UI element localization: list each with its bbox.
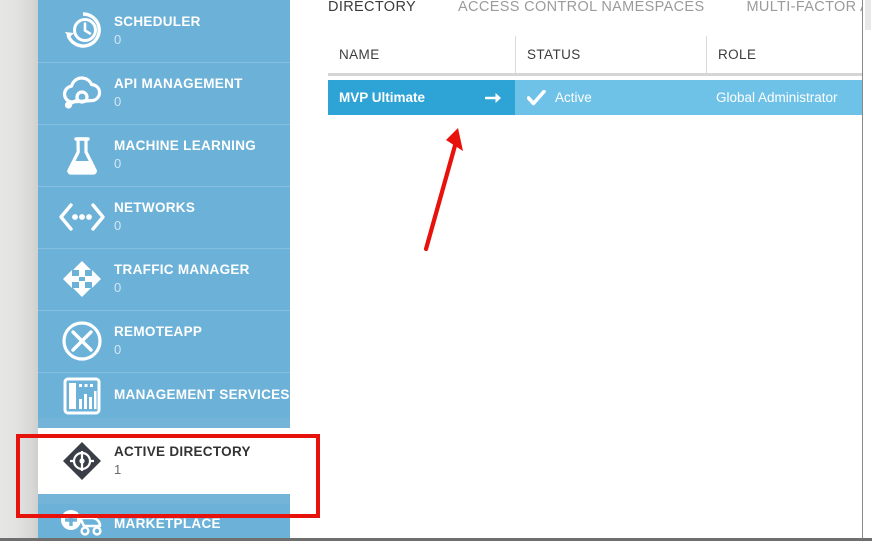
active-directory-diamond-icon — [54, 437, 110, 485]
main-content: DIRECTORY ACCESS CONTROL NAMESPACES MULT… — [290, 0, 862, 541]
machine-learning-flask-icon — [54, 131, 110, 179]
tab-bar[interactable]: DIRECTORY ACCESS CONTROL NAMESPACES MULT… — [328, 0, 862, 16]
remoteapp-icon — [54, 317, 110, 365]
sidebar-item-scheduler[interactable]: SCHEDULER 0 — [38, 0, 290, 62]
scheduler-clock-icon — [54, 7, 110, 55]
directory-table: NAME STATUS ROLE MVP Ultimate Active Glo… — [328, 36, 862, 115]
sidebar-item-count: 0 — [114, 94, 122, 109]
sidebar-item-count: 1 — [114, 462, 122, 477]
service-sidebar[interactable]: SCHEDULER 0 API MANAGEMENT 0 MACHINE LEA… — [38, 0, 290, 541]
sidebar-item-marketplace[interactable]: MARKETPLACE — [38, 504, 290, 541]
scrollbar-thumb[interactable] — [865, 0, 871, 30]
sidebar-item-traffic-manager[interactable]: TRAFFIC MANAGER 0 — [38, 248, 290, 310]
cell-directory-name[interactable]: MVP Ultimate — [328, 80, 515, 115]
sidebar-item-label: MANAGEMENT SERVICES — [114, 387, 290, 402]
tab-directory[interactable]: DIRECTORY — [328, 0, 416, 16]
tab-multi-factor-auth-providers[interactable]: MULTI-FACTOR AUTH PROV — [746, 0, 862, 16]
role-label: Global Administrator — [716, 90, 838, 105]
table-row[interactable]: MVP Ultimate Active Global Administrator — [328, 80, 862, 115]
azure-portal-screenshot: SCHEDULER 0 API MANAGEMENT 0 MACHINE LEA… — [0, 0, 872, 541]
cell-role: Global Administrator — [706, 80, 862, 115]
sidebar-item-label: REMOTEAPP — [114, 324, 203, 339]
sidebar-item-active-directory[interactable]: ACTIVE DIRECTORY 1 — [38, 428, 290, 494]
management-services-icon — [54, 371, 110, 419]
sidebar-item-count: 0 — [114, 32, 122, 47]
sidebar-item-management-services[interactable]: MANAGEMENT SERVICES — [38, 372, 290, 418]
sidebar-item-count: 0 — [114, 156, 122, 171]
cell-status: Active — [515, 80, 706, 115]
networks-icon — [54, 193, 110, 241]
sidebar-item-label: ACTIVE DIRECTORY — [114, 444, 251, 459]
sidebar-item-label: MARKETPLACE — [114, 516, 221, 531]
open-directory-arrow-icon[interactable] — [485, 91, 503, 105]
column-header-status[interactable]: STATUS — [515, 36, 706, 73]
sidebar-item-count: 0 — [114, 280, 122, 295]
sidebar-separator-band — [38, 418, 290, 428]
column-header-role[interactable]: ROLE — [706, 36, 862, 73]
sidebar-item-label: TRAFFIC MANAGER — [114, 262, 250, 277]
sidebar-item-remoteapp[interactable]: REMOTEAPP 0 — [38, 310, 290, 372]
sidebar-item-label: SCHEDULER — [114, 14, 201, 29]
checkmark-icon — [527, 89, 546, 106]
left-gutter — [0, 0, 38, 541]
table-header-row: NAME STATUS ROLE — [328, 36, 862, 76]
traffic-manager-icon — [54, 255, 110, 303]
sidebar-item-machine-learning[interactable]: MACHINE LEARNING 0 — [38, 124, 290, 186]
sidebar-item-networks[interactable]: NETWORKS 0 — [38, 186, 290, 248]
vertical-scrollbar[interactable] — [862, 0, 872, 541]
directory-name-label: MVP Ultimate — [339, 90, 426, 105]
column-header-name[interactable]: NAME — [328, 36, 515, 73]
sidebar-item-api-management[interactable]: API MANAGEMENT 0 — [38, 62, 290, 124]
tab-access-control-namespaces[interactable]: ACCESS CONTROL NAMESPACES — [458, 0, 704, 16]
sidebar-item-count: 0 — [114, 342, 122, 357]
sidebar-item-label: MACHINE LEARNING — [114, 138, 257, 153]
sidebar-item-label: NETWORKS — [114, 200, 196, 215]
sidebar-item-label: API MANAGEMENT — [114, 76, 243, 91]
api-management-cloud-icon — [54, 69, 110, 117]
marketplace-cart-icon — [54, 500, 110, 541]
status-label: Active — [555, 90, 592, 105]
sidebar-item-count: 0 — [114, 218, 122, 233]
